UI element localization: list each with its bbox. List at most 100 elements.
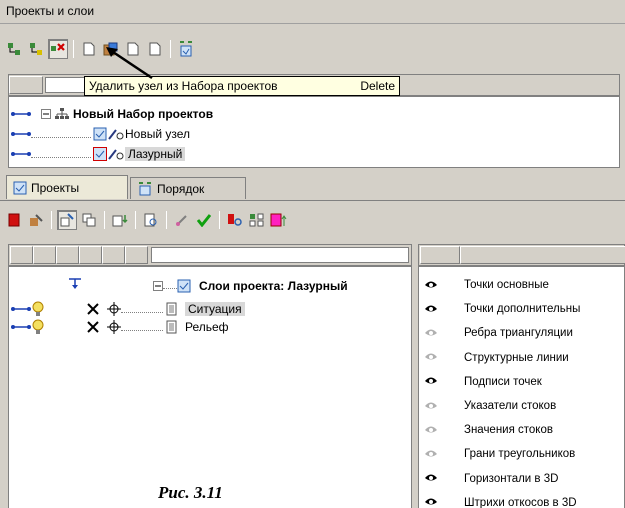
layer-list-label: Значения стоков bbox=[464, 424, 553, 437]
layer-list-label: Грани треугольников bbox=[464, 448, 576, 461]
window-title-bar: Проекты и слои bbox=[0, 0, 625, 24]
new-document-button[interactable] bbox=[79, 39, 99, 59]
layer-label: Рельеф bbox=[185, 319, 229, 334]
tree-row-layer-root[interactable]: Слои проекта: Лазурный bbox=[153, 277, 348, 294]
tree-row-layer[interactable]: Рельеф bbox=[11, 318, 229, 335]
copy-icon bbox=[82, 213, 96, 227]
eye-icon[interactable] bbox=[424, 399, 438, 414]
link-icon bbox=[11, 151, 31, 156]
toolbar-separator bbox=[219, 211, 220, 229]
expand-minus-icon bbox=[153, 280, 163, 291]
bulb-icon bbox=[32, 319, 44, 334]
layer-tree-button[interactable] bbox=[247, 210, 267, 230]
tooltip-shortcut: Delete bbox=[360, 79, 395, 93]
layer-list-item[interactable]: Ребра триангуляции bbox=[424, 321, 573, 345]
layer-apply-button[interactable] bbox=[194, 210, 214, 230]
edit-zoom-icon bbox=[108, 128, 124, 140]
link-icon bbox=[11, 131, 31, 136]
project-icon bbox=[177, 279, 191, 292]
project-set-label: Новый Набор проектов bbox=[73, 106, 214, 121]
order-tab-icon bbox=[139, 181, 151, 195]
tree-node-label: Лазурный bbox=[125, 146, 186, 161]
projects-toolbar bbox=[0, 36, 625, 62]
delete-node-icon bbox=[51, 43, 65, 51]
paint-tool-icon bbox=[30, 214, 43, 226]
eye-icon[interactable] bbox=[424, 278, 438, 293]
layer-copy-button[interactable] bbox=[79, 210, 99, 230]
delete-node-button[interactable] bbox=[48, 39, 68, 59]
eye-icon[interactable] bbox=[424, 471, 438, 486]
window-title: Проекты и слои bbox=[6, 4, 95, 18]
layer-move-button[interactable] bbox=[110, 210, 130, 230]
layer-list-item[interactable]: Структурные линии bbox=[424, 346, 569, 370]
column-header[interactable] bbox=[460, 246, 625, 264]
tab-order[interactable]: Порядок bbox=[130, 177, 246, 199]
layer-list-item[interactable]: Подписи точек bbox=[424, 370, 542, 394]
layer-properties-icon bbox=[60, 213, 74, 227]
layer-list-item[interactable]: Указатели стоков bbox=[424, 394, 556, 418]
toolbar-separator bbox=[170, 40, 171, 58]
column-header[interactable] bbox=[10, 246, 33, 264]
eye-icon[interactable] bbox=[424, 447, 438, 462]
toolbar-separator bbox=[104, 211, 105, 229]
eye-icon[interactable] bbox=[424, 374, 438, 389]
eye-icon[interactable] bbox=[424, 302, 438, 317]
tree-row-layer[interactable]: Ситуация bbox=[11, 300, 245, 317]
red-book-icon bbox=[8, 213, 20, 227]
column-header[interactable] bbox=[125, 246, 148, 264]
layer-book-button[interactable] bbox=[4, 210, 24, 230]
filter-input[interactable] bbox=[45, 77, 89, 93]
project-icon bbox=[93, 127, 107, 140]
crosshair-icon bbox=[107, 319, 121, 334]
layer-list-item[interactable]: Горизонтали в 3D bbox=[424, 467, 558, 491]
eye-icon[interactable] bbox=[424, 326, 438, 341]
layer-list-label: Структурные линии bbox=[464, 351, 569, 364]
layer-list-item[interactable]: Точки дополнительны bbox=[424, 297, 580, 321]
layer-list-label: Точки дополнительны bbox=[464, 303, 581, 316]
pointer-arrow bbox=[106, 47, 153, 80]
tree-row-root[interactable]: Новый Набор проектов bbox=[11, 105, 213, 122]
tree-grid-icon bbox=[249, 213, 264, 227]
layer-list-item[interactable]: Значения стоков bbox=[424, 418, 553, 442]
tree-row-node[interactable]: Лазурный bbox=[11, 145, 186, 162]
layer-tool-button[interactable] bbox=[26, 210, 46, 230]
column-header[interactable] bbox=[102, 246, 125, 264]
layer-view-button[interactable] bbox=[141, 210, 161, 230]
project-icon bbox=[93, 146, 107, 161]
layer-list-item[interactable]: Точки основные bbox=[424, 273, 549, 297]
layer-list-item[interactable]: Штрихи откосов в 3D bbox=[424, 491, 577, 508]
layer-color-button[interactable] bbox=[269, 210, 289, 230]
layers-filter-input[interactable] bbox=[151, 247, 409, 263]
link-down-icon bbox=[69, 278, 81, 289]
layer-list-label: Точки основные bbox=[464, 279, 549, 291]
add-node-button[interactable] bbox=[4, 39, 24, 59]
column-header[interactable] bbox=[420, 246, 460, 264]
column-header[interactable] bbox=[56, 246, 79, 264]
layer-brush-button[interactable] bbox=[172, 210, 192, 230]
layer-list-item[interactable]: Грани треугольников bbox=[424, 442, 575, 466]
add-subnode-button[interactable] bbox=[26, 39, 46, 59]
project-order-icon bbox=[180, 41, 192, 57]
eye-icon[interactable] bbox=[424, 495, 438, 508]
layer-list-header bbox=[418, 244, 625, 266]
layers-root-label: Слои проекта: Лазурный bbox=[199, 278, 348, 293]
toolbar-separator bbox=[166, 211, 167, 229]
magenta-layer-icon bbox=[270, 213, 287, 227]
bulb-icon bbox=[32, 301, 44, 316]
toolbar-separator bbox=[51, 211, 52, 229]
layer-properties-button[interactable] bbox=[57, 210, 77, 230]
layers-tree-header bbox=[8, 244, 412, 266]
project-order-button[interactable] bbox=[176, 39, 196, 59]
link-icon bbox=[11, 324, 31, 329]
tab-projects[interactable]: Проекты bbox=[6, 175, 128, 199]
tree-row-node[interactable]: Новый узел bbox=[11, 125, 190, 142]
eye-icon[interactable] bbox=[424, 350, 438, 365]
layer-list-label: Подписи точек bbox=[464, 375, 542, 388]
column-header[interactable] bbox=[33, 246, 56, 264]
toolbar-separator bbox=[135, 211, 136, 229]
column-header[interactable] bbox=[79, 246, 102, 264]
layer-find-button[interactable] bbox=[225, 210, 245, 230]
tree-add-icon bbox=[8, 43, 20, 55]
eye-icon[interactable] bbox=[424, 423, 438, 438]
column-header[interactable] bbox=[9, 76, 43, 94]
